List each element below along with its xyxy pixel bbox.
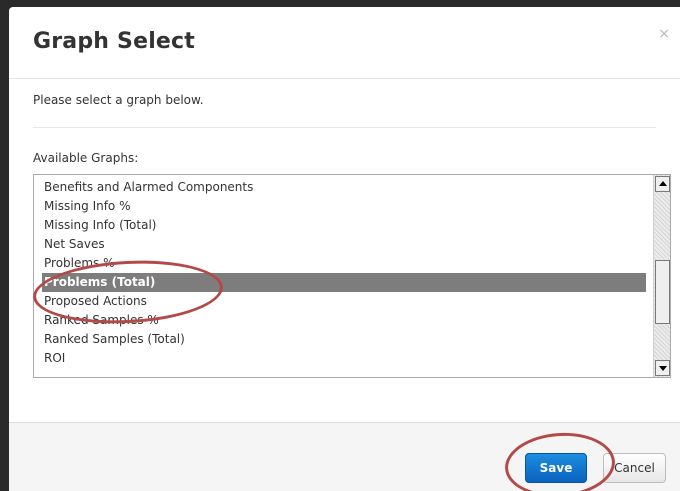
scroll-down-button[interactable] bbox=[655, 360, 670, 376]
graph-option[interactable]: Missing Info (Total) bbox=[42, 216, 646, 235]
scroll-up-button[interactable] bbox=[655, 176, 670, 192]
scroll-thumb[interactable] bbox=[655, 260, 670, 324]
dialog-header: Graph Select × bbox=[9, 7, 680, 79]
close-icon[interactable]: × bbox=[658, 27, 670, 41]
save-button[interactable]: Save bbox=[525, 453, 587, 483]
graph-select-dialog: Graph Select × Please select a graph bel… bbox=[9, 7, 680, 491]
graph-option[interactable]: Benefits and Alarmed Components bbox=[42, 178, 646, 197]
graph-option[interactable]: Net Saves bbox=[42, 235, 646, 254]
graph-option[interactable]: Ranked Samples (Total) bbox=[42, 330, 646, 349]
graph-option[interactable]: Missing Info % bbox=[42, 197, 646, 216]
graph-options: Benefits and Alarmed Components Missing … bbox=[34, 175, 654, 377]
divider bbox=[33, 127, 656, 128]
graph-option[interactable]: Proposed Actions bbox=[42, 292, 646, 311]
graph-option-selected[interactable]: Problems (Total) bbox=[42, 273, 646, 292]
cancel-button[interactable]: Cancel bbox=[603, 453, 666, 483]
arrow-up-icon bbox=[659, 181, 667, 186]
dialog-footer: Save Cancel bbox=[9, 422, 680, 491]
graph-listbox[interactable]: Benefits and Alarmed Components Missing … bbox=[33, 174, 671, 378]
dialog-title: Graph Select bbox=[33, 29, 196, 54]
graph-option[interactable]: Ranked Samples % bbox=[42, 311, 646, 330]
available-graphs-label: Available Graphs: bbox=[33, 151, 139, 165]
instruction-text: Please select a graph below. bbox=[33, 93, 204, 107]
arrow-down-icon bbox=[659, 366, 667, 371]
listbox-scrollbar[interactable] bbox=[653, 175, 670, 377]
graph-option[interactable]: Problems % bbox=[42, 254, 646, 273]
graph-option[interactable]: ROI bbox=[42, 349, 646, 368]
